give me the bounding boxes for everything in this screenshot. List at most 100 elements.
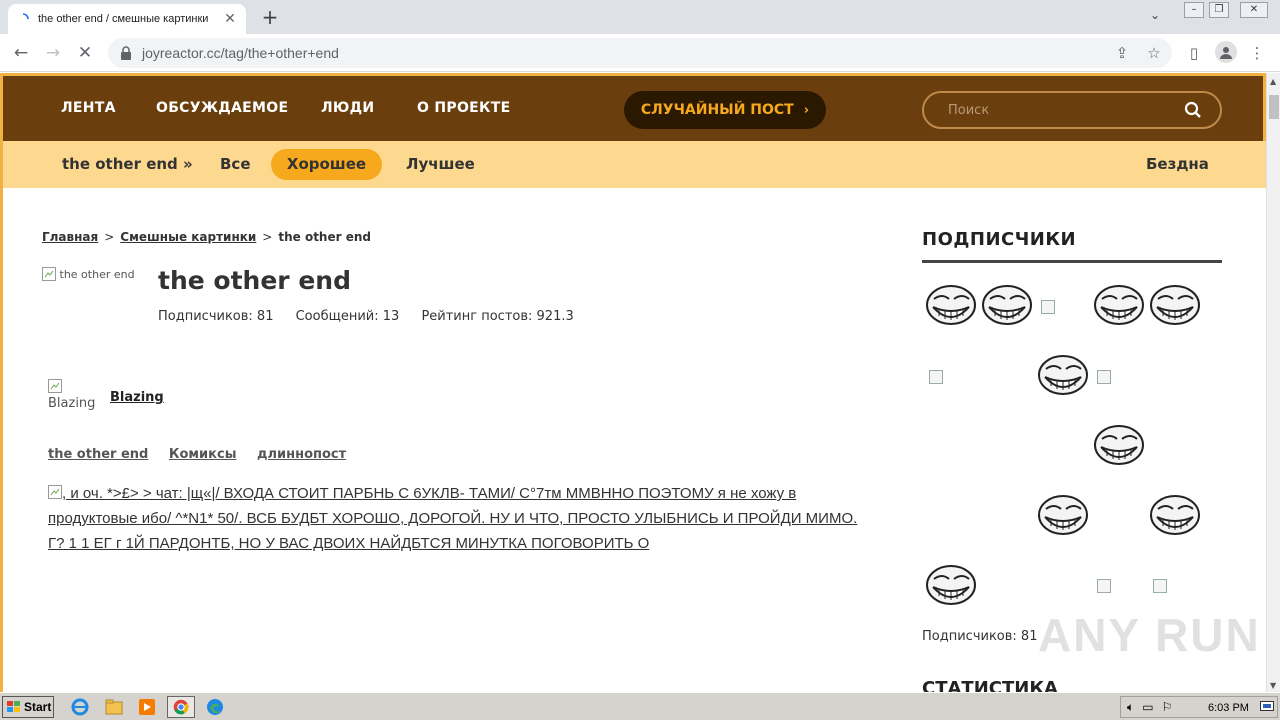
chevron-right-icon: › xyxy=(803,102,810,118)
troll-face-avatar-icon[interactable] xyxy=(1093,281,1145,329)
scroll-up-icon[interactable]: ▲ xyxy=(1270,77,1276,86)
breadcrumb-section-link[interactable]: Смешные картинки xyxy=(120,230,256,244)
post-image-alt: , и оч. *>£> > чат: |щ«|/ ВХОДА СТОИТ ПА… xyxy=(48,485,858,552)
stop-loading-button[interactable]: ✕ xyxy=(74,42,96,64)
search-input[interactable] xyxy=(948,102,1178,118)
post-author-link[interactable]: Blazing xyxy=(110,390,164,405)
system-tray: 🔈︎ ▭ ⚐ xyxy=(1120,696,1278,718)
heading-underline xyxy=(922,260,1222,263)
back-button[interactable]: ← xyxy=(10,42,32,64)
tag-messages: Сообщений: 13 xyxy=(295,309,400,324)
tag-image-alt: the other end xyxy=(59,268,135,281)
post-tag-link[interactable]: Комиксы xyxy=(169,447,237,462)
search-icon[interactable] xyxy=(1184,101,1202,119)
file-explorer-icon[interactable] xyxy=(104,697,124,717)
broken-image-icon xyxy=(48,379,62,393)
breadcrumb: Главная > Смешные картинки > the other end xyxy=(42,230,371,244)
random-post-button[interactable]: СЛУЧАЙНЫЙ ПОСТ › xyxy=(624,91,826,129)
broken-image-icon xyxy=(48,485,62,499)
tag-stats: Подписчиков: 81 Сообщений: 13 Рейтинг по… xyxy=(158,309,592,324)
breadcrumb-current: the other end xyxy=(278,230,371,244)
flag-icon[interactable]: ⚐ xyxy=(1162,700,1173,714)
scroll-down-icon[interactable]: ▼ xyxy=(1270,681,1276,690)
tag-image: the other end xyxy=(42,267,135,281)
menu-kebab-icon[interactable]: ⋮ xyxy=(1246,42,1268,64)
tag-subscribers: Подписчиков: 81 xyxy=(158,309,274,324)
troll-face-avatar-icon[interactable] xyxy=(925,561,977,609)
breadcrumb-separator: > xyxy=(104,230,115,244)
troll-face-avatar-icon[interactable] xyxy=(1149,281,1201,329)
broken-avatar-icon[interactable] xyxy=(1153,579,1167,593)
breadcrumb-separator: > xyxy=(262,230,273,244)
url-text: joyreactor.cc/tag/the+other+end xyxy=(142,45,339,61)
page-viewport: ЛЕНТА ОБСУЖДАЕМОЕ ЛЮДИ О ПРОЕКТЕ СЛУЧАЙН… xyxy=(0,73,1266,692)
new-tab-button[interactable]: + xyxy=(258,6,282,28)
tag-title: the other end xyxy=(158,266,351,295)
edge-icon[interactable] xyxy=(205,697,225,717)
profile-avatar-icon[interactable] xyxy=(1215,41,1237,63)
tab-title: the other end / смешные картинки xyxy=(38,13,209,25)
subnav-all-tab[interactable]: Все xyxy=(220,155,251,173)
troll-face-avatar-icon[interactable] xyxy=(1037,491,1089,539)
windows-logo-icon xyxy=(7,701,20,712)
tab-search-icon[interactable]: ⌄ xyxy=(1150,8,1160,22)
start-label: Start xyxy=(24,700,52,714)
subnav-good-tab[interactable]: Хорошее xyxy=(271,149,382,180)
start-button[interactable]: Start xyxy=(2,696,54,718)
nav-feed-link[interactable]: ЛЕНТА xyxy=(61,100,116,116)
nav-discussed-link[interactable]: ОБСУЖДАЕМОЕ xyxy=(156,100,288,116)
network-icon[interactable]: ▭ xyxy=(1142,700,1153,714)
subnav-abyss-tab[interactable]: Бездна xyxy=(1146,155,1209,173)
show-desktop-icon[interactable] xyxy=(1260,701,1274,712)
page-scrollbar[interactable]: ▲ ▼ xyxy=(1266,73,1280,692)
close-tab-icon[interactable]: ✕ xyxy=(222,11,238,27)
post-tag-link[interactable]: the other end xyxy=(48,447,148,462)
troll-face-avatar-icon[interactable] xyxy=(1149,491,1201,539)
forward-button[interactable]: → xyxy=(42,42,64,64)
breadcrumb-home-link[interactable]: Главная xyxy=(42,230,98,244)
windows-taskbar: Start 🔈︎ ▭ ⚐ 6:03 PM xyxy=(0,692,1280,720)
random-post-label: СЛУЧАЙНЫЙ ПОСТ xyxy=(640,102,794,118)
bookmark-star-icon[interactable]: ☆ xyxy=(1144,43,1164,63)
tag-rating: Рейтинг постов: 921.3 xyxy=(421,309,574,324)
broken-image-icon xyxy=(42,267,56,281)
troll-face-avatar-icon[interactable] xyxy=(1037,351,1089,399)
chrome-taskbar-icon[interactable] xyxy=(167,696,195,718)
volume-icon[interactable]: 🔈︎ xyxy=(1127,700,1134,715)
site-header: ЛЕНТА ОБСУЖДАЕМОЕ ЛЮДИ О ПРОЕКТЕ СЛУЧАЙН… xyxy=(3,73,1266,141)
media-player-icon[interactable] xyxy=(137,697,157,717)
broken-avatar-icon[interactable] xyxy=(1041,300,1055,314)
browser-tab[interactable]: the other end / смешные картинки ✕ xyxy=(8,4,246,34)
nav-about-link[interactable]: О ПРОЕКТЕ xyxy=(417,100,510,116)
subnav-best-tab[interactable]: Лучшее xyxy=(406,155,475,173)
post-image-link[interactable]: , и оч. *>£> > чат: |щ«|/ ВХОДА СТОИТ ПА… xyxy=(48,481,860,556)
share-icon[interactable]: ⇪ xyxy=(1112,43,1132,63)
internet-explorer-icon[interactable] xyxy=(70,697,90,717)
author-avatar[interactable]: Blazing xyxy=(48,379,104,412)
side-panel-icon[interactable]: ▯ xyxy=(1183,42,1205,64)
browser-tab-strip: the other end / смешные картинки ✕ + ⌄ –… xyxy=(0,0,1280,34)
broken-avatar-icon[interactable] xyxy=(1097,579,1111,593)
statistics-heading: СТАТИСТИКА xyxy=(922,678,1058,692)
post-tags: the other end Комиксы длиннопост xyxy=(48,447,362,462)
lock-icon xyxy=(121,46,131,60)
scrollbar-thumb[interactable] xyxy=(1269,95,1279,119)
troll-face-avatar-icon[interactable] xyxy=(1093,421,1145,469)
browser-toolbar: ← → ✕ joyreactor.cc/tag/the+other+end ⇪ … xyxy=(0,34,1280,72)
author-avatar-alt: Blazing xyxy=(48,396,96,411)
nav-people-link[interactable]: ЛЮДИ xyxy=(321,100,374,116)
tag-subnav: the other end » Все Хорошее Лучшее Бездн… xyxy=(3,141,1266,188)
troll-face-avatar-icon[interactable] xyxy=(925,281,977,329)
minimize-button[interactable]: – xyxy=(1184,2,1204,18)
address-bar[interactable]: joyreactor.cc/tag/the+other+end xyxy=(108,38,1172,68)
loading-icon xyxy=(16,12,30,26)
restore-button[interactable]: ❐ xyxy=(1209,2,1229,18)
close-window-button[interactable]: ✕ xyxy=(1240,2,1268,18)
troll-face-avatar-icon[interactable] xyxy=(981,281,1033,329)
broken-avatar-icon[interactable] xyxy=(929,370,943,384)
subnav-tag-link[interactable]: the other end » xyxy=(62,155,193,173)
post-tag-link[interactable]: длиннопост xyxy=(257,447,346,462)
broken-avatar-icon[interactable] xyxy=(1097,370,1111,384)
search-box xyxy=(922,91,1222,129)
subscribers-heading: ПОДПИСЧИКИ xyxy=(922,229,1077,250)
